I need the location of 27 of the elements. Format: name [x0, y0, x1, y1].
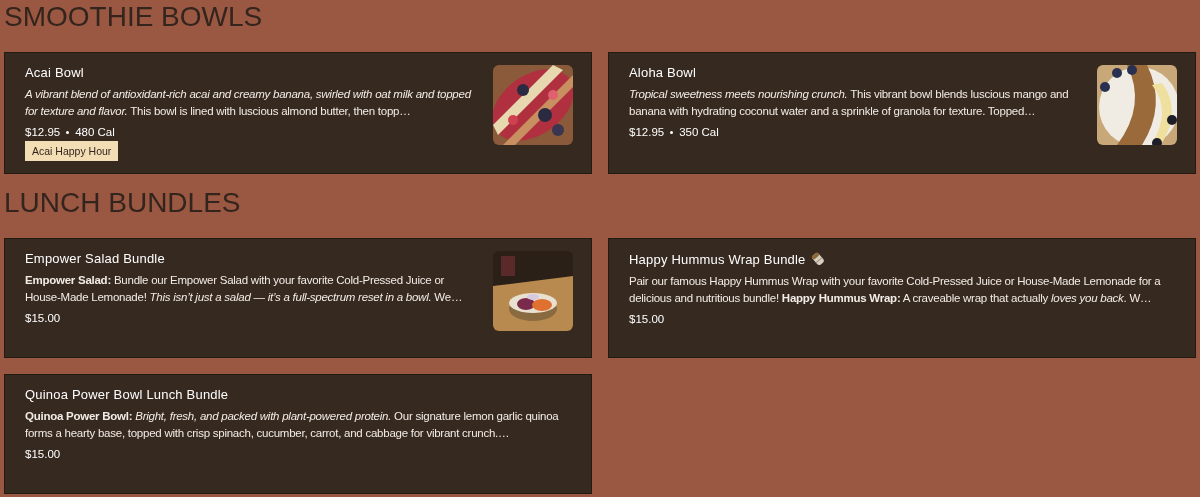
menu-item-card[interactable]	[608, 238, 1196, 358]
item-title: Quinoa Power Bowl Lunch Bundle	[25, 387, 229, 402]
separator-dot	[670, 130, 674, 134]
item-title: Acai Bowl	[25, 65, 84, 80]
item-calories: 480 Cal	[75, 126, 115, 138]
item-description: Tropical sweetness meets nourishing crunch. This vibrant bowl blends luscious mango and banana with hydrating coconut water and a sprinkle of granola for texture. Topped…	[629, 87, 1070, 119]
item-price: $12.95	[629, 126, 665, 138]
item-description: A vibrant blend of antioxidant-rich acai and creamy banana, swirled with oat milk and topped for texture and flavor. This bowl is lined with luscious almond butter, then topp…	[25, 87, 473, 119]
menu-item-card[interactable]	[4, 374, 592, 494]
item-price: $15.00	[629, 313, 665, 325]
item-calories: 350 Cal	[679, 126, 719, 138]
menu-item-card[interactable]	[4, 52, 592, 174]
menu-item-card[interactable]: Empower Salad Bundle Empower Salad: Bundle our Empower Salad with your favorite Cold-Pressed Juice or House-Made Lemonade! This isn’t just a salad — it’s a full-spectrum reset in a bowl. We… $15.00	[4, 238, 592, 358]
item-title: Happy Hummus Wrap Bundle	[629, 251, 806, 267]
item-price: $15.00	[25, 312, 61, 324]
item-title: Aloha Bowl	[629, 65, 697, 80]
promo-tag: Acai Happy Hour	[25, 141, 119, 161]
menu-item-card[interactable]: Aloha Bowl Tropical sweetness meets nourishing crunch. This vibrant bowl blends luscious mango and banana with hydrating coconut water and a sprinkle of granola for texture. Topped… $12.95 350 Cal	[608, 52, 1196, 174]
item-description: Empower Salad: Bundle our Empower Salad with your favorite Cold-Pressed Juice or House-Made Lemonade! This isn’t just a salad — it’s a full-spectrum reset in a bowl. We…	[25, 273, 464, 305]
section-heading: SMOOTHIE BOWLS	[4, 0, 264, 34]
separator-dot	[66, 130, 70, 134]
item-description: Quinoa Power Bowl: Bright, fresh, and packed with plant-powered protein. Our signature lemon garlic quinoa forms a hearty base, topped with crisp spinach, cucumber, carrot, and cabbage for vibrant crunch.…	[25, 409, 560, 441]
section-heading: LUNCH BUNDLES	[4, 186, 242, 220]
item-title: Empower Salad Bundle	[25, 251, 165, 266]
item-description: Pair our famous Happy Hummus Wrap with your favorite Cold-Pressed Juice or House-Made Lemonade for a delicious and nutritious bundle! Happy Hummus Wrap: A craveable wrap that actually loves you back. W…	[629, 274, 1162, 306]
item-price: $15.00	[25, 448, 61, 460]
item-price: $12.95	[25, 126, 61, 138]
